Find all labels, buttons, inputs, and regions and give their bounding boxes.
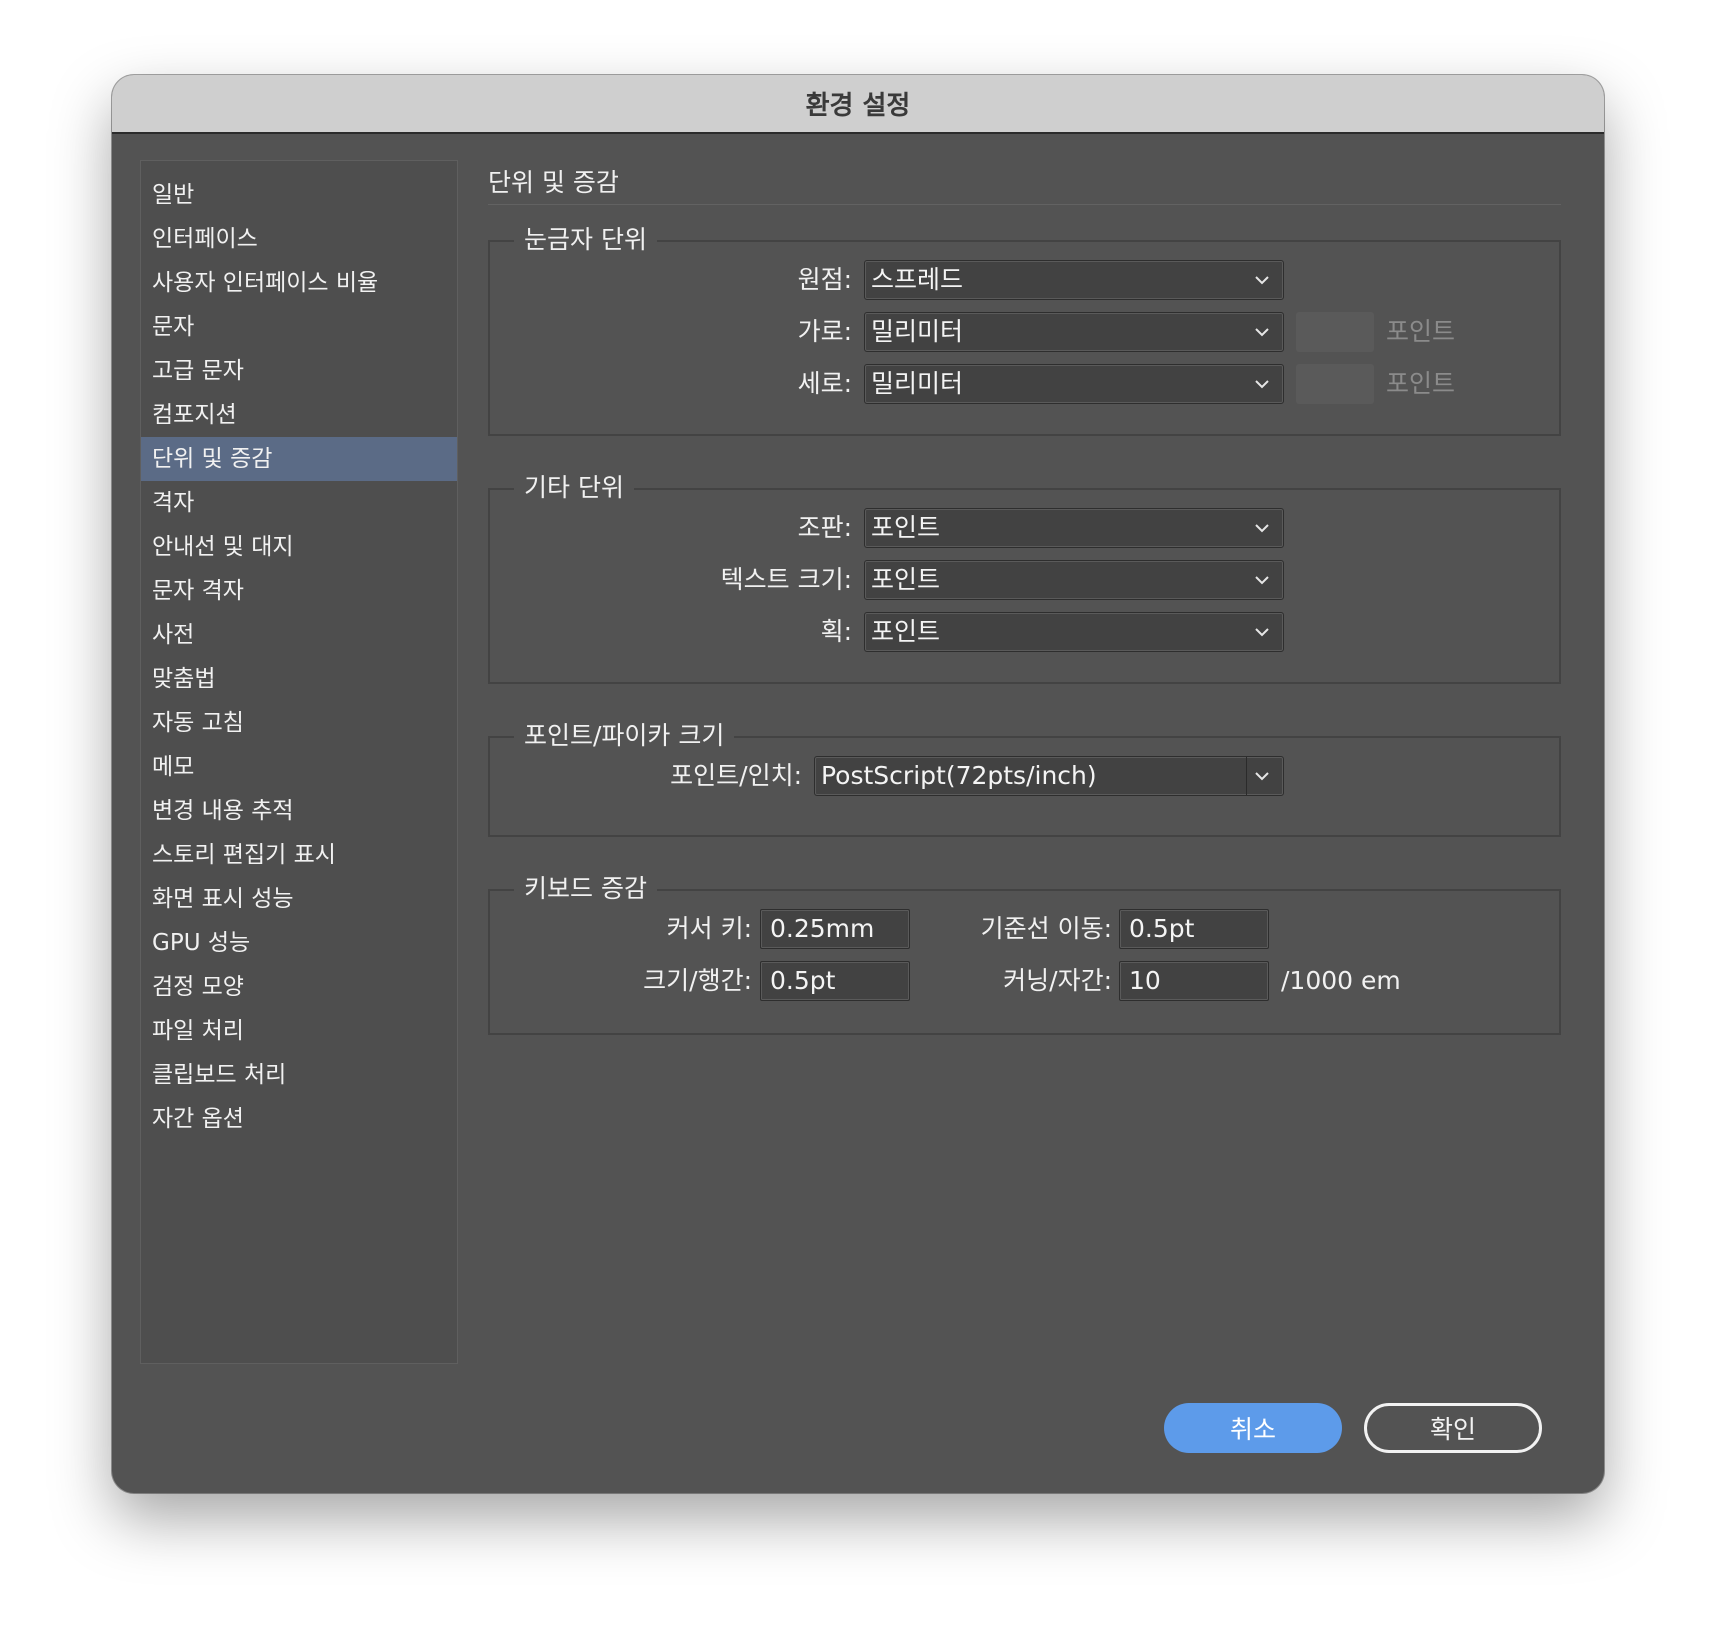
sidebar-item-spelling[interactable]: 맞춤법 (141, 657, 457, 701)
sidebar-item-interface[interactable]: 인터페이스 (141, 217, 457, 261)
cursor-key-input[interactable]: 0.25mm (760, 909, 910, 949)
kerning-unit-label: /1000 em (1281, 966, 1401, 995)
sidebar-item-gpu-performance[interactable]: GPU 성능 (141, 921, 457, 965)
sidebar-item-grids[interactable]: 격자 (141, 481, 457, 525)
page-title: 단위 및 증감 (488, 168, 619, 197)
composition-units-select[interactable]: 포인트 (864, 508, 1284, 548)
composition-label: 조판: (797, 513, 852, 542)
point-pica-group: 포인트/파이카 크기 포인트/인치: PostScript(72pts/inch… (488, 716, 1561, 837)
ruler-units-legend: 눈금자 단위 (514, 220, 657, 260)
origin-label: 원점: (797, 265, 852, 294)
baseline-shift-input[interactable]: 0.5pt (1119, 909, 1269, 949)
chevron-down-icon (1251, 613, 1273, 651)
sidebar-item-notes[interactable]: 메모 (141, 745, 457, 789)
horizontal-label: 가로: (797, 317, 852, 346)
window-title: 환경 설정 (805, 91, 911, 121)
vertical-custom-field (1296, 364, 1374, 404)
stroke-label: 획: (820, 617, 852, 646)
sidebar-item-story-editor-display[interactable]: 스토리 편집기 표시 (141, 833, 457, 877)
ok-button[interactable]: 확인 (1364, 1403, 1542, 1453)
chevron-down-icon (1251, 757, 1273, 795)
chevron-down-icon (1251, 561, 1273, 599)
chevron-down-icon (1251, 365, 1273, 403)
size-leading-input[interactable]: 0.5pt (760, 961, 910, 1001)
other-units-legend: 기타 단위 (514, 468, 634, 508)
vertical-units-select[interactable]: 밀리미터 (864, 364, 1284, 404)
origin-select[interactable]: 스프레드 (864, 260, 1284, 300)
title-divider (488, 204, 1561, 205)
preferences-sidebar: 일반 인터페이스 사용자 인터페이스 비율 문자 고급 문자 컴포지션 단위 및… (140, 160, 458, 1364)
sidebar-item-general[interactable]: 일반 (141, 173, 457, 217)
chevron-down-icon (1251, 261, 1273, 299)
sidebar-item-track-changes[interactable]: 변경 내용 추적 (141, 789, 457, 833)
baseline-shift-label: 기준선 이동: (980, 914, 1112, 943)
sidebar-item-mojikumi-options[interactable]: 자간 옵션 (141, 1097, 457, 1141)
sidebar-item-file-handling[interactable]: 파일 처리 (141, 1009, 457, 1053)
sidebar-item-display-performance[interactable]: 화면 표시 성능 (141, 877, 457, 921)
sidebar-item-type[interactable]: 문자 (141, 305, 457, 349)
keyboard-increments-group: 키보드 증감 커서 키: 0.25mm 기준선 이동: 0.5pt 크기/행간:… (488, 869, 1561, 1035)
sidebar-item-ui-scaling[interactable]: 사용자 인터페이스 비율 (141, 261, 457, 305)
other-units-group: 기타 단위 조판: 포인트 텍스트 크기: 포인트 획: 포인트 (488, 468, 1561, 684)
stroke-units-value: 포인트 (871, 617, 941, 646)
composition-units-value: 포인트 (871, 513, 941, 542)
cancel-button[interactable]: 취소 (1164, 1403, 1342, 1453)
sidebar-item-frame-grid[interactable]: 문자 격자 (141, 569, 457, 613)
kerning-tracking-input[interactable]: 10 (1119, 961, 1269, 1001)
point-pica-legend: 포인트/파이카 크기 (514, 716, 735, 756)
sidebar-item-advanced-type[interactable]: 고급 문자 (141, 349, 457, 393)
horizontal-units-value: 밀리미터 (871, 317, 964, 346)
sidebar-item-guides-pasteboard[interactable]: 안내선 및 대지 (141, 525, 457, 569)
vertical-units-value: 밀리미터 (871, 369, 964, 398)
cursor-key-label: 커서 키: (666, 914, 752, 943)
sidebar-item-composition[interactable]: 컴포지션 (141, 393, 457, 437)
sidebar-item-units-increments[interactable]: 단위 및 증감 (141, 437, 457, 481)
sidebar-item-autocorrect[interactable]: 자동 고침 (141, 701, 457, 745)
chevron-down-icon (1251, 313, 1273, 351)
text-size-units-value: 포인트 (871, 565, 941, 594)
sidebar-item-appearance-of-black[interactable]: 검정 모양 (141, 965, 457, 1009)
chevron-down-icon (1251, 509, 1273, 547)
points-per-inch-value: PostScript(72pts/inch) (821, 761, 1097, 790)
sidebar-item-clipboard-handling[interactable]: 클립보드 처리 (141, 1053, 457, 1097)
preferences-dialog: 환경 설정 일반 인터페이스 사용자 인터페이스 비율 문자 고급 문자 컴포지… (112, 75, 1604, 1493)
horizontal-custom-field (1296, 312, 1374, 352)
title-bar: 환경 설정 (112, 75, 1604, 134)
text-size-units-select[interactable]: 포인트 (864, 560, 1284, 600)
size-leading-label: 크기/행간: (643, 966, 752, 995)
ruler-units-group: 눈금자 단위 원점: 스프레드 가로: 밀리미터 포인트 세로: 밀리미터 포인… (488, 220, 1561, 436)
keyboard-increments-legend: 키보드 증감 (514, 869, 657, 909)
horizontal-points-label: 포인트 (1386, 317, 1456, 346)
sidebar-item-dictionary[interactable]: 사전 (141, 613, 457, 657)
horizontal-units-select[interactable]: 밀리미터 (864, 312, 1284, 352)
points-per-inch-select[interactable]: PostScript(72pts/inch) (814, 756, 1284, 796)
select-divider (1246, 757, 1247, 795)
text-size-label: 텍스트 크기: (720, 565, 852, 594)
kerning-tracking-label: 커닝/자간: (1003, 966, 1112, 995)
points-per-inch-label: 포인트/인치: (670, 761, 802, 790)
origin-value: 스프레드 (871, 265, 964, 294)
stroke-units-select[interactable]: 포인트 (864, 612, 1284, 652)
vertical-label: 세로: (797, 369, 852, 398)
vertical-points-label: 포인트 (1386, 369, 1456, 398)
